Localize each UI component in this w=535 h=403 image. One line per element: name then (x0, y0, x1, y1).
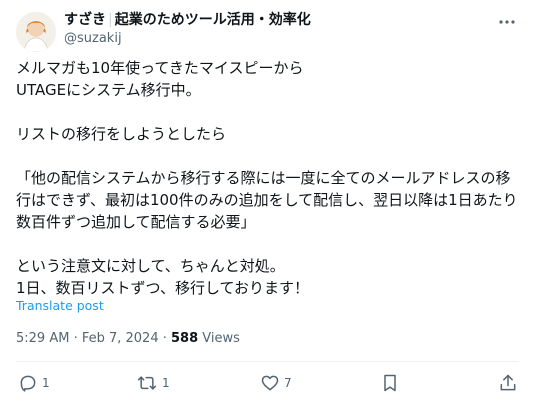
repost-icon (136, 373, 158, 393)
like-count: 7 (284, 376, 292, 390)
views-count: 588 (171, 331, 199, 346)
heart-icon (260, 373, 280, 393)
share-button[interactable] (498, 373, 518, 393)
reply-icon (18, 373, 38, 393)
display-name-title[interactable]: 起業のためツール活用・効率化 (115, 12, 311, 28)
repost-count: 1 (162, 376, 170, 390)
timestamp[interactable]: 5:29 AM · Feb 7, 2024 · (16, 331, 171, 346)
more-icon[interactable] (497, 12, 517, 32)
translate-post-link[interactable]: Translate post (16, 298, 104, 313)
like-button[interactable]: 7 (260, 373, 292, 393)
tweet-header: すざき | 起業のためツール活用・効率化 @suzakij (16, 10, 519, 52)
reply-count: 1 (42, 376, 50, 390)
user-handle[interactable]: @suzakij (64, 30, 311, 48)
avatar[interactable] (16, 12, 56, 52)
reply-button[interactable]: 1 (18, 373, 50, 393)
display-name-line[interactable]: すざき | 起業のためツール活用・効率化 (64, 11, 311, 29)
tweet-meta: 5:29 AM · Feb 7, 2024 · 588 Views (16, 331, 240, 346)
author-info: すざき | 起業のためツール活用・効率化 @suzakij (64, 11, 311, 48)
action-bar: 1 1 7 (16, 373, 519, 397)
share-icon (498, 373, 518, 393)
divider (16, 361, 519, 362)
name-separator: | (108, 12, 113, 28)
display-name[interactable]: すざき (64, 12, 106, 28)
bookmark-icon (380, 373, 400, 393)
views-label: Views (198, 331, 240, 346)
repost-button[interactable]: 1 (136, 373, 170, 393)
tweet-text: メルマガも10年使ってきたマイスピーから UTAGEにシステム移行中。 リストの… (16, 59, 518, 297)
bookmark-button[interactable] (380, 373, 400, 393)
